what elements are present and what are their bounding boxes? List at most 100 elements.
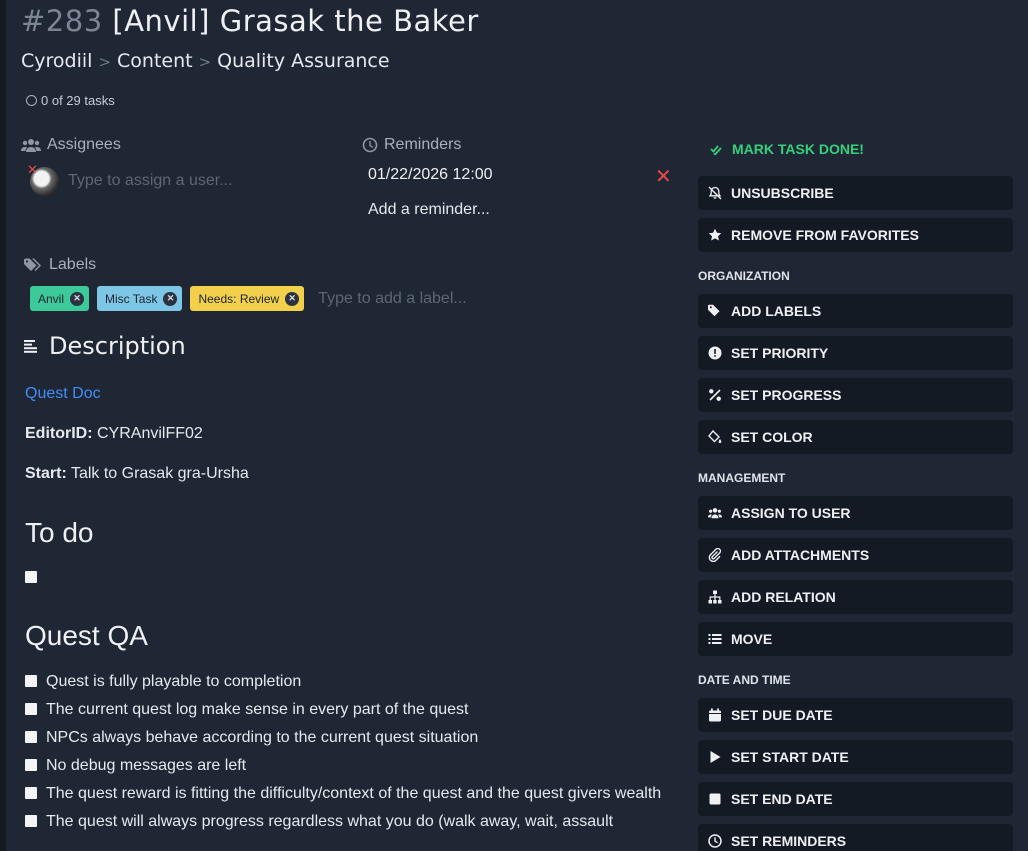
remove-favorites-label: REMOVE FROM FAVORITES bbox=[731, 227, 919, 243]
checklist-item: Quest is fully playable to completion bbox=[25, 670, 665, 694]
sitemap-icon bbox=[708, 590, 722, 604]
tags-icon bbox=[708, 304, 720, 317]
assign-user-input[interactable] bbox=[68, 172, 328, 190]
set-color-label: SET COLOR bbox=[731, 429, 813, 445]
check-double-icon bbox=[710, 145, 722, 155]
start-label: Start: bbox=[25, 465, 67, 482]
assignees-heading-text: Assignees bbox=[47, 136, 121, 153]
task-progress: 0 of 29 tasks bbox=[26, 93, 115, 108]
label-name: Misc Task bbox=[105, 291, 158, 306]
paint-bucket-icon bbox=[708, 430, 722, 443]
checklist-item-text: Quest is fully playable to completion bbox=[46, 673, 302, 690]
quest-qa-heading: Quest QA bbox=[25, 620, 148, 651]
checkbox[interactable] bbox=[25, 787, 37, 799]
checklist-item: The current quest log make sense in ever… bbox=[25, 698, 665, 722]
assign-to-user-label: ASSIGN TO USER bbox=[731, 505, 851, 521]
checklist-item: The quest reward is fitting the difficul… bbox=[25, 782, 665, 806]
date-time-heading: DATE AND TIME bbox=[698, 673, 791, 687]
set-start-date-label: SET START DATE bbox=[731, 749, 849, 765]
set-due-date-button[interactable]: SET DUE DATE bbox=[698, 698, 1013, 732]
editor-id-label: EditorID: bbox=[25, 425, 93, 442]
organization-heading: ORGANIZATION bbox=[698, 269, 790, 283]
remove-label-icon[interactable]: ✕ bbox=[70, 291, 85, 306]
checkbox[interactable] bbox=[25, 703, 37, 715]
set-end-date-button[interactable]: SET END DATE bbox=[698, 782, 1013, 816]
checklist-item-text: The quest will always progress regardles… bbox=[46, 813, 614, 830]
remove-label-icon[interactable]: ✕ bbox=[285, 291, 300, 306]
set-start-date-button[interactable]: SET START DATE bbox=[698, 740, 1013, 774]
label-name: Needs: Review bbox=[198, 291, 280, 306]
delete-reminder-icon[interactable]: ✕ bbox=[655, 164, 672, 188]
start-line: Start: Talk to Grasak gra-Ursha bbox=[25, 465, 249, 483]
move-label: MOVE bbox=[731, 631, 773, 647]
label-chip[interactable]: Needs: Review ✕ bbox=[190, 286, 305, 311]
checklist-item: NPCs always behave according to the curr… bbox=[25, 726, 665, 750]
checkbox[interactable] bbox=[25, 759, 37, 771]
breadcrumb-item[interactable]: Quality Assurance bbox=[217, 50, 389, 72]
label-list: Anvil ✕ Misc Task ✕ Needs: Review ✕ bbox=[30, 286, 519, 311]
left-panel-edge bbox=[0, 0, 6, 851]
task-title-text[interactable]: [Anvil] Grasak the Baker bbox=[112, 4, 478, 38]
remove-label-icon[interactable]: ✕ bbox=[163, 291, 178, 306]
start-value: Talk to Grasak gra-Ursha bbox=[70, 465, 249, 482]
align-left-icon bbox=[24, 339, 37, 353]
reminders-heading: Reminders bbox=[362, 136, 461, 154]
task-title: #283 [Anvil] Grasak the Baker bbox=[21, 4, 479, 38]
unsubscribe-button[interactable]: UNSUBSCRIBE bbox=[698, 176, 1013, 210]
reminders-heading-text: Reminders bbox=[384, 136, 462, 153]
set-reminders-label: SET REMINDERS bbox=[731, 833, 847, 849]
add-labels-button[interactable]: ADD LABELS bbox=[698, 294, 1013, 328]
todo-checkbox[interactable] bbox=[25, 570, 37, 588]
add-relation-label: ADD RELATION bbox=[731, 589, 836, 605]
clock-icon bbox=[708, 834, 722, 848]
reminder-date[interactable]: 01/22/2026 12:00 bbox=[368, 166, 493, 184]
stop-icon bbox=[709, 793, 721, 805]
management-heading: MANAGEMENT bbox=[698, 471, 786, 485]
checkbox[interactable] bbox=[25, 675, 37, 687]
set-progress-button[interactable]: SET PROGRESS bbox=[698, 378, 1013, 412]
checkbox[interactable] bbox=[25, 815, 37, 827]
list-icon bbox=[708, 634, 722, 644]
tags-icon bbox=[24, 258, 41, 271]
users-icon bbox=[708, 508, 722, 519]
add-attachments-button[interactable]: ADD ATTACHMENTS bbox=[698, 538, 1013, 572]
move-button[interactable]: MOVE bbox=[698, 622, 1013, 656]
checkbox[interactable] bbox=[25, 571, 37, 583]
breadcrumb-item[interactable]: Cyrodiil bbox=[21, 50, 92, 72]
quest-doc-link[interactable]: Quest Doc bbox=[25, 385, 101, 403]
labels-heading: Labels bbox=[24, 256, 96, 274]
checklist-item-text: The quest reward is fitting the difficul… bbox=[46, 785, 662, 802]
set-priority-label: SET PRIORITY bbox=[731, 345, 829, 361]
mark-done-label: MARK TASK DONE! bbox=[732, 141, 864, 157]
description-heading: Description bbox=[24, 332, 186, 360]
mark-done-button[interactable]: MARK TASK DONE! bbox=[710, 141, 864, 157]
label-chip[interactable]: Misc Task ✕ bbox=[97, 286, 183, 311]
star-icon bbox=[708, 228, 722, 241]
checklist-item: No debug messages are left bbox=[25, 754, 665, 778]
todo-heading: To do bbox=[25, 517, 94, 548]
breadcrumb-item[interactable]: Content bbox=[117, 50, 193, 72]
checkbox[interactable] bbox=[25, 731, 37, 743]
set-color-button[interactable]: SET COLOR bbox=[698, 420, 1013, 454]
breadcrumb: Cyrodiil > Content > Quality Assurance bbox=[21, 50, 390, 72]
qa-checklist: Quest is fully playable to completion Th… bbox=[25, 670, 665, 838]
task-number: #283 bbox=[21, 4, 103, 38]
add-label-input[interactable] bbox=[318, 289, 519, 308]
set-due-date-label: SET DUE DATE bbox=[731, 707, 833, 723]
set-reminders-button[interactable]: SET REMINDERS bbox=[698, 824, 1013, 851]
set-end-date-label: SET END DATE bbox=[731, 791, 833, 807]
unsubscribe-label: UNSUBSCRIBE bbox=[731, 185, 834, 201]
remove-favorites-button[interactable]: REMOVE FROM FAVORITES bbox=[698, 218, 1013, 252]
assign-to-user-button[interactable]: ASSIGN TO USER bbox=[698, 496, 1013, 530]
set-priority-button[interactable]: SET PRIORITY bbox=[698, 336, 1013, 370]
users-icon bbox=[21, 138, 41, 152]
play-icon bbox=[710, 751, 721, 763]
remove-assignee-icon[interactable]: ✕ bbox=[27, 163, 38, 178]
breadcrumb-separator: > bbox=[98, 53, 112, 71]
checklist-item-text: NPCs always behave according to the curr… bbox=[46, 729, 479, 746]
task-progress-text: 0 of 29 tasks bbox=[41, 93, 115, 108]
add-reminder-link[interactable]: Add a reminder... bbox=[368, 201, 490, 219]
label-chip[interactable]: Anvil ✕ bbox=[30, 286, 90, 311]
checklist-item-text: No debug messages are left bbox=[46, 757, 247, 774]
add-relation-button[interactable]: ADD RELATION bbox=[698, 580, 1013, 614]
